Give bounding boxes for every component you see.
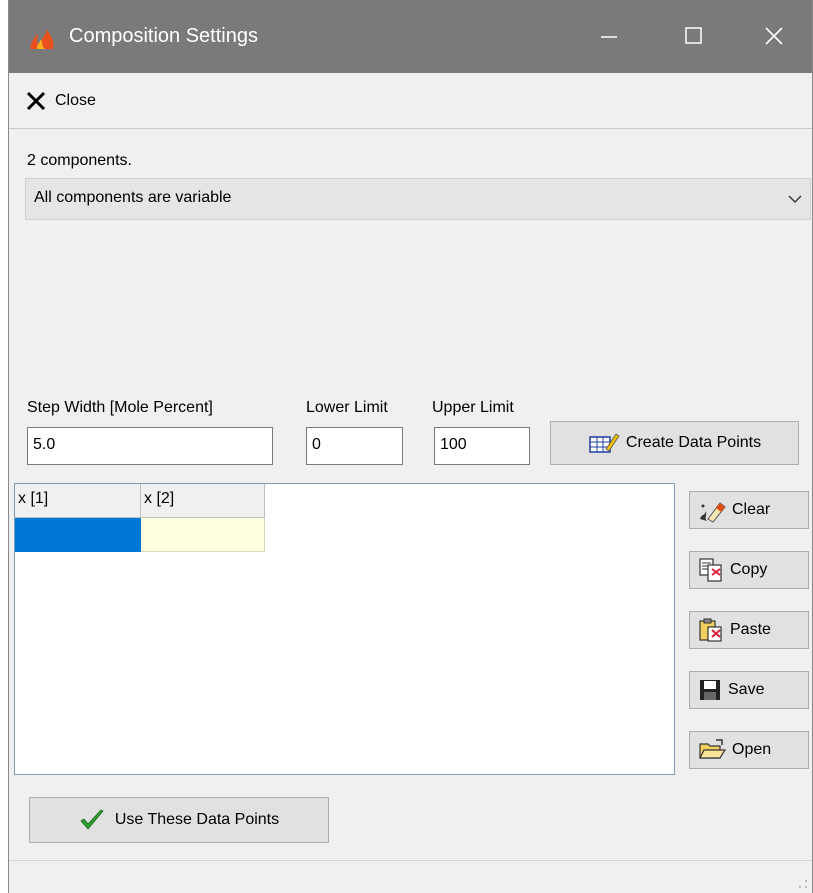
component-count-text: 2 components. <box>27 152 132 169</box>
lower-limit-input[interactable]: 0 <box>306 427 403 465</box>
create-data-points-label: Create Data Points <box>625 434 762 451</box>
save-label: Save <box>728 681 765 698</box>
upper-limit-input[interactable]: 100 <box>434 427 530 465</box>
floppy-disk-icon <box>700 680 720 700</box>
composition-settings-window: Composition Settings Close 2 components.… <box>8 0 813 893</box>
close-icon <box>765 27 783 45</box>
clear-button[interactable]: Clear <box>689 491 809 529</box>
step-width-input[interactable]: 5.0 <box>27 427 273 465</box>
resize-grip-icon[interactable] <box>798 879 808 889</box>
copy-icon <box>699 558 722 582</box>
toolbar: Close <box>9 73 812 129</box>
status-bar <box>9 860 812 893</box>
maximize-button[interactable] <box>654 0 734 73</box>
save-button[interactable]: Save <box>689 671 809 709</box>
paste-label: Paste <box>730 621 771 638</box>
paste-button[interactable]: Paste <box>689 611 809 649</box>
close-x-icon <box>26 91 46 111</box>
component-mode-select[interactable]: All components are variable <box>25 178 811 220</box>
open-folder-icon <box>699 739 726 759</box>
component-mode-value: All components are variable <box>34 189 232 206</box>
close-button-label: Close <box>55 92 96 109</box>
create-data-points-button[interactable]: Create Data Points <box>550 421 799 465</box>
copy-button[interactable]: Copy <box>689 551 809 589</box>
use-data-points-label: Use These Data Points <box>114 811 280 828</box>
column-header-x2[interactable]: x [2] <box>141 484 265 518</box>
chevron-down-icon <box>788 195 802 203</box>
close-button[interactable]: Close <box>25 87 96 115</box>
window-close-button[interactable] <box>734 0 813 73</box>
column-header-x1[interactable]: x [1] <box>15 484 141 518</box>
minimize-button[interactable] <box>569 0 649 73</box>
step-width-label: Step Width [Mole Percent] <box>27 399 213 416</box>
copy-label: Copy <box>730 561 768 578</box>
checkmark-icon <box>80 809 104 830</box>
minimize-icon <box>601 36 617 38</box>
window-title: Composition Settings <box>69 25 258 47</box>
open-button[interactable]: Open <box>689 731 809 769</box>
table-pencil-icon <box>589 433 620 453</box>
flame-icon <box>30 29 54 49</box>
upper-limit-label: Upper Limit <box>432 399 514 416</box>
maximize-icon <box>685 27 702 44</box>
grid-cell-selected[interactable] <box>15 518 141 552</box>
open-label: Open <box>732 741 772 758</box>
title-bar[interactable]: Composition Settings <box>9 0 812 73</box>
paste-icon <box>699 618 722 642</box>
grid-cell[interactable] <box>141 518 265 552</box>
eraser-icon <box>700 502 726 523</box>
clear-label: Clear <box>732 501 771 518</box>
use-data-points-button[interactable]: Use These Data Points <box>29 797 329 843</box>
data-points-grid[interactable]: x [1] x [2] <box>14 483 675 775</box>
lower-limit-label: Lower Limit <box>306 399 388 416</box>
